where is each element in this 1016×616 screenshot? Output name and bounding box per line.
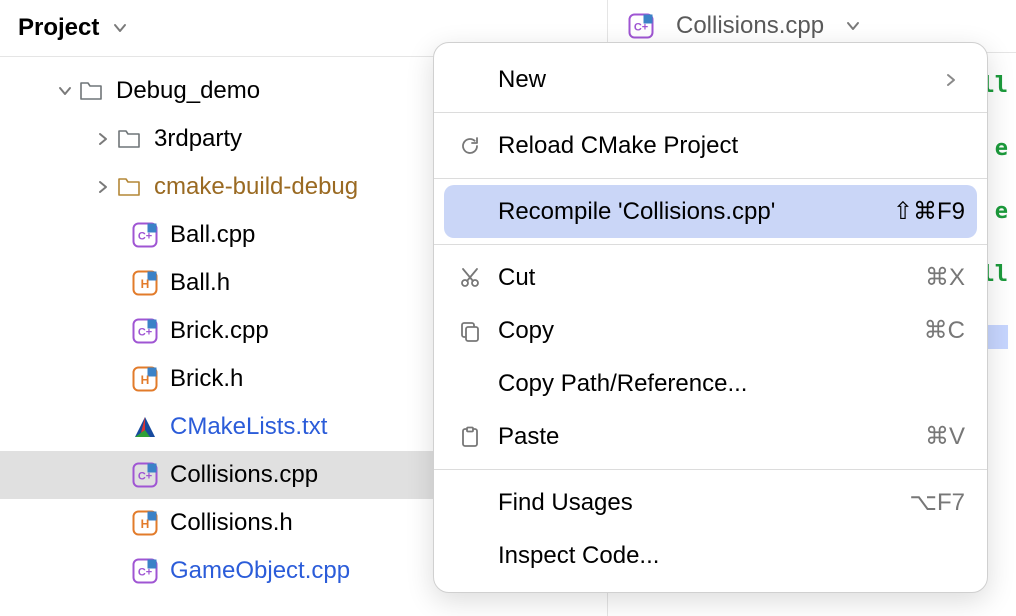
svg-text:H: H <box>141 277 150 291</box>
svg-text:H: H <box>141 373 150 387</box>
menu-separator <box>434 178 987 179</box>
menu-item-paste[interactable]: Paste ⌘V <box>434 410 987 463</box>
menu-shortcut: ⌘X <box>925 263 965 292</box>
h-file-icon: H <box>130 510 160 536</box>
tree-label: Ball.cpp <box>170 221 255 249</box>
tree-label: Debug_demo <box>116 77 260 105</box>
menu-item-inspect-code[interactable]: Inspect Code... <box>434 529 987 582</box>
menu-label: Cut <box>498 264 911 292</box>
chevron-right-icon[interactable] <box>92 131 114 147</box>
menu-shortcut: ⌥F7 <box>909 488 965 517</box>
tree-label: Ball.h <box>170 269 230 297</box>
menu-item-find-usages[interactable]: Find Usages ⌥F7 <box>434 476 987 529</box>
menu-item-cut[interactable]: Cut ⌘X <box>434 251 987 304</box>
chevron-right-icon[interactable] <box>92 179 114 195</box>
reload-icon <box>456 135 484 157</box>
tree-label: GameObject.cpp <box>170 557 350 585</box>
svg-text:H: H <box>141 517 150 531</box>
h-file-icon: H <box>130 270 160 296</box>
menu-separator <box>434 469 987 470</box>
tree-label: Brick.h <box>170 365 243 393</box>
menu-shortcut: ⇧⌘F9 <box>893 197 965 226</box>
cpp-file-icon: C+ <box>130 318 160 344</box>
menu-shortcut: ⌘C <box>924 316 965 345</box>
folder-excluded-icon <box>114 177 144 197</box>
svg-text:C+: C+ <box>138 231 152 243</box>
menu-separator <box>434 112 987 113</box>
tree-label: 3rdparty <box>154 125 242 153</box>
chevron-down-icon[interactable] <box>109 20 131 36</box>
menu-shortcut: ⌘V <box>925 422 965 451</box>
tree-label: cmake-build-debug <box>154 173 358 201</box>
menu-label: Find Usages <box>498 489 895 517</box>
menu-item-copy[interactable]: Copy ⌘C <box>434 304 987 357</box>
cut-icon <box>456 267 484 289</box>
menu-item-recompile[interactable]: Recompile 'Collisions.cpp' ⇧⌘F9 <box>444 185 977 238</box>
h-file-icon: H <box>130 366 160 392</box>
menu-item-reload-cmake[interactable]: Reload CMake Project <box>434 119 987 172</box>
menu-item-new[interactable]: New <box>434 53 987 106</box>
tree-label: Collisions.h <box>170 509 293 537</box>
cmake-file-icon <box>130 415 160 439</box>
chevron-right-icon <box>937 73 965 87</box>
folder-icon <box>114 129 144 149</box>
cpp-file-icon: C+ <box>626 13 656 39</box>
menu-label: Recompile 'Collisions.cpp' <box>498 198 879 226</box>
tree-label: Collisions.cpp <box>170 461 318 489</box>
cpp-file-icon: C+ <box>130 462 160 488</box>
editor-tab-label: Collisions.cpp <box>676 12 824 40</box>
menu-separator <box>434 244 987 245</box>
paste-icon <box>456 426 484 448</box>
svg-text:C+: C+ <box>138 327 152 339</box>
tree-label: CMakeLists.txt <box>170 413 327 441</box>
menu-label: Reload CMake Project <box>498 132 965 160</box>
menu-label: Inspect Code... <box>498 542 965 570</box>
copy-icon <box>456 320 484 342</box>
svg-text:C+: C+ <box>138 471 152 483</box>
menu-item-copy-path[interactable]: Copy Path/Reference... <box>434 357 987 410</box>
cpp-file-icon: C+ <box>130 558 160 584</box>
chevron-down-icon[interactable] <box>842 18 864 34</box>
svg-text:C+: C+ <box>138 567 152 579</box>
folder-icon <box>76 81 106 101</box>
menu-label: Copy <box>498 317 910 345</box>
menu-label: Paste <box>498 423 911 451</box>
menu-label: New <box>498 66 923 94</box>
chevron-down-icon[interactable] <box>54 83 76 99</box>
menu-label: Copy Path/Reference... <box>498 370 965 398</box>
svg-text:C+: C+ <box>634 22 648 34</box>
sidebar-title: Project <box>18 14 99 42</box>
cpp-file-icon: C+ <box>130 222 160 248</box>
context-menu: New Reload CMake Project Recompile 'Coll… <box>433 42 988 593</box>
tree-label: Brick.cpp <box>170 317 269 345</box>
